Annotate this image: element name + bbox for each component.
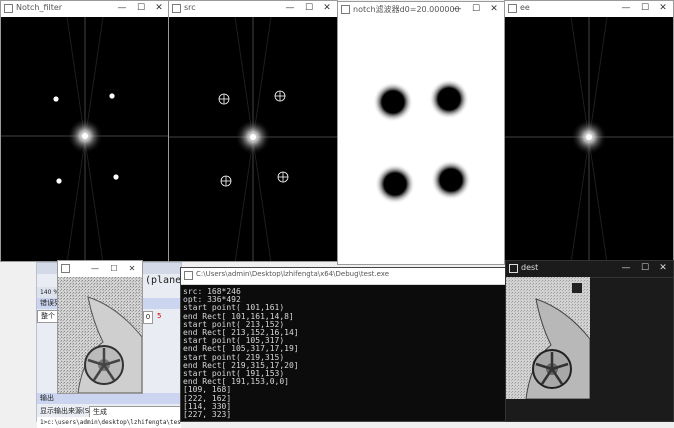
spectrum-image bbox=[505, 17, 673, 261]
notch-filter-titlebar[interactable]: Notch_filter — ☐ ✕ bbox=[1, 1, 169, 18]
close-button[interactable]: ✕ bbox=[654, 262, 672, 275]
small-image-window[interactable]: — ☐ ✕ bbox=[57, 260, 143, 394]
dest-titlebar[interactable]: dest — ☐ ✕ bbox=[506, 261, 673, 278]
mask-image bbox=[338, 18, 504, 264]
output-title: 输出 bbox=[37, 393, 181, 404]
notch-filter-window[interactable]: Notch_filter — ☐ ✕ bbox=[0, 0, 170, 262]
src-window[interactable]: src — ☐ ✕ bbox=[168, 0, 338, 262]
notch-mask-canvas bbox=[338, 18, 504, 264]
maximize-button[interactable]: ☐ bbox=[300, 2, 318, 15]
app-icon bbox=[172, 4, 181, 13]
car-image bbox=[58, 277, 142, 393]
code-fragment: (plane, bbox=[145, 275, 181, 286]
console-line: end Rect[ 191,153,0,0] bbox=[183, 377, 289, 387]
error-counter[interactable]: 0 bbox=[143, 311, 153, 324]
console-titlebar[interactable]: C:\Users\admin\Desktop\lzhifengta\x64\De… bbox=[181, 268, 505, 285]
output-source-label: 显示输出来源(S): bbox=[37, 406, 90, 417]
spectrum-image bbox=[1, 17, 169, 261]
minimize-button[interactable]: — bbox=[86, 262, 104, 275]
console-line: [222, 162] bbox=[183, 393, 232, 403]
minimize-button[interactable]: — bbox=[448, 3, 466, 16]
maximize-button[interactable]: ☐ bbox=[132, 2, 150, 15]
ee-window[interactable]: ee — ☐ ✕ bbox=[504, 0, 674, 262]
console-line: [114, 330] bbox=[183, 401, 232, 411]
app-icon bbox=[508, 4, 517, 13]
close-button[interactable]: ✕ bbox=[123, 262, 141, 275]
notch-filter-spectrum-canvas bbox=[1, 17, 169, 261]
console-line: [227, 323] bbox=[183, 410, 232, 420]
app-icon bbox=[341, 5, 350, 14]
ee-titlebar[interactable]: ee — ☐ ✕ bbox=[505, 1, 673, 18]
maximize-button[interactable]: ☐ bbox=[467, 3, 485, 16]
spectrum-image bbox=[169, 17, 337, 261]
window-title: ee bbox=[520, 3, 530, 12]
car-image-canvas bbox=[58, 277, 142, 393]
console-window[interactable]: C:\Users\admin\Desktop\lzhifengta\x64\De… bbox=[180, 267, 506, 422]
maximize-button[interactable]: ☐ bbox=[105, 262, 123, 275]
window-title: notch滤波器d0=20.000000 bbox=[353, 5, 460, 14]
output-path: 1>c:\users\admin\desktop\lzhifengta\test… bbox=[37, 417, 181, 428]
console-line: [109, 168] bbox=[183, 385, 232, 395]
minimize-button[interactable]: — bbox=[281, 2, 299, 15]
notch-mask-window[interactable]: notch滤波器d0=20.000000 — ☐ ✕ bbox=[337, 1, 505, 265]
minimize-button[interactable]: — bbox=[617, 2, 635, 15]
minimize-button[interactable]: — bbox=[113, 2, 131, 15]
close-button[interactable]: ✕ bbox=[318, 2, 336, 15]
src-titlebar[interactable]: src — ☐ ✕ bbox=[169, 1, 337, 18]
small-image-titlebar[interactable]: — ☐ ✕ bbox=[58, 261, 142, 278]
src-spectrum-canvas[interactable] bbox=[169, 17, 337, 261]
window-title: Notch_filter bbox=[16, 3, 63, 12]
window-title: src bbox=[184, 3, 196, 12]
dest-image-canvas bbox=[506, 277, 590, 399]
dest-car-image bbox=[506, 277, 590, 399]
window-title: dest bbox=[521, 263, 539, 272]
close-button[interactable]: ✕ bbox=[485, 3, 503, 16]
dest-window[interactable]: dest — ☐ ✕ bbox=[505, 260, 674, 422]
console-output: src: 168*246 opt: 336*492 start point( 101… bbox=[183, 287, 503, 420]
message-tab[interactable]: 5 bbox=[157, 311, 177, 322]
app-icon bbox=[4, 4, 13, 13]
maximize-button[interactable]: ☐ bbox=[636, 2, 654, 15]
app-icon bbox=[509, 264, 518, 273]
close-button[interactable]: ✕ bbox=[654, 2, 672, 15]
console-title: C:\Users\admin\Desktop\lzhifengta\x64\De… bbox=[196, 270, 389, 278]
close-button[interactable]: ✕ bbox=[150, 2, 168, 15]
app-icon bbox=[61, 264, 70, 273]
console-icon bbox=[184, 271, 193, 280]
notch-mask-titlebar[interactable]: notch滤波器d0=20.000000 — ☐ ✕ bbox=[338, 2, 504, 19]
minimize-button[interactable]: — bbox=[617, 262, 635, 275]
maximize-button[interactable]: ☐ bbox=[636, 262, 654, 275]
ee-spectrum-canvas bbox=[505, 17, 673, 261]
